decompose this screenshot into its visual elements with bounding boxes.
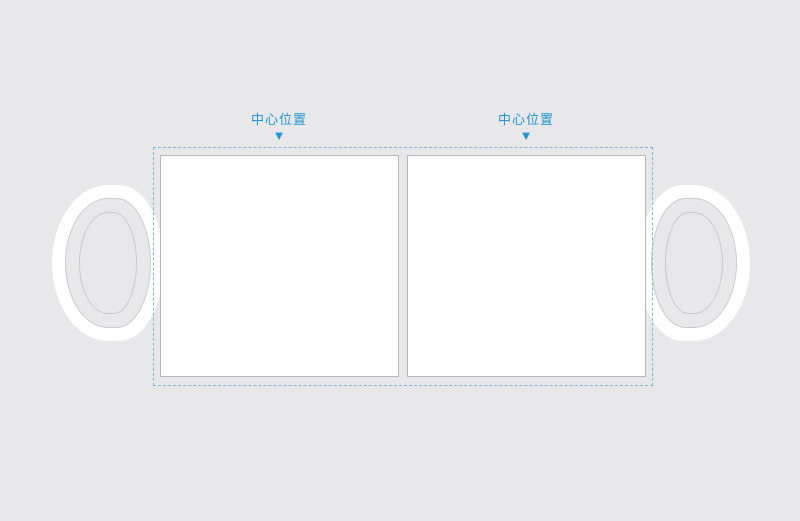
center-label-right: 中心位置 <box>486 109 566 128</box>
mug-handle-left <box>52 185 164 341</box>
center-marker-right-icon: ▼ <box>516 128 536 143</box>
center-label-left: 中心位置 <box>239 109 319 128</box>
center-marker-left-icon: ▼ <box>269 128 289 143</box>
mug-template-diagram: 中心位置 ▼ 中心位置 ▼ <box>0 0 800 521</box>
mug-handle-right <box>638 185 750 341</box>
print-panel-right <box>407 155 646 377</box>
print-panel-left <box>160 155 399 377</box>
